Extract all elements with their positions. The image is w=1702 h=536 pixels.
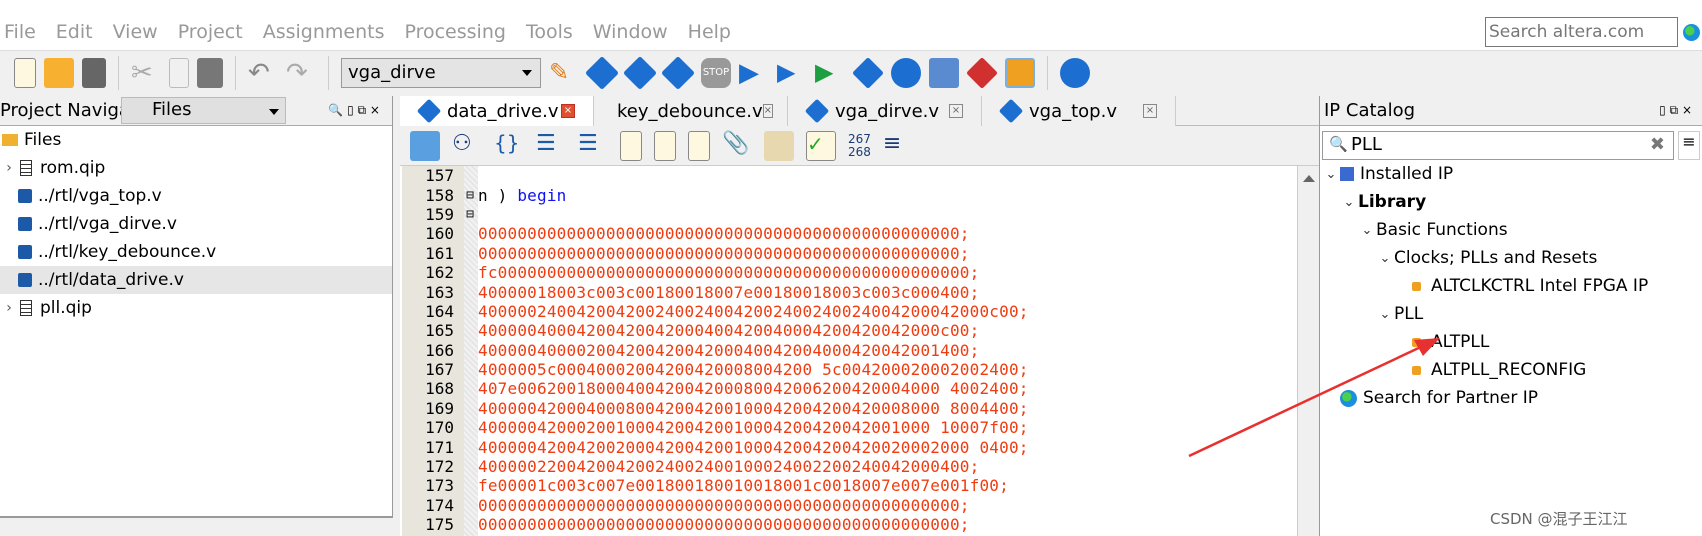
annotation-arrow (1188, 338, 1440, 458)
watermark: CSDN @混子王江江 (1490, 510, 1628, 528)
